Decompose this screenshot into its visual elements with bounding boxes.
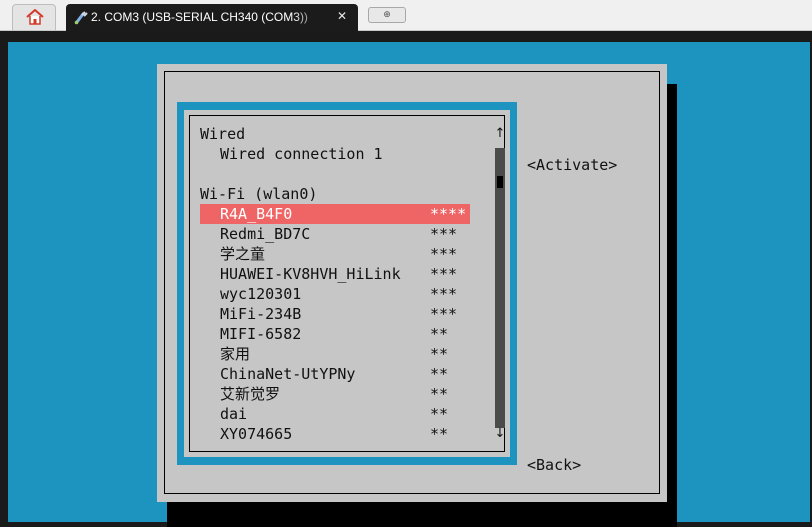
list-item-wifi-network[interactable]: MIFI-6582 ** [220,324,448,344]
scroll-up-arrow-icon[interactable]: ↑ [491,124,509,144]
list-item-label: Wired connection 1 [220,145,383,163]
network-signal: *** [430,245,458,263]
network-signal: ** [430,345,449,363]
network-signal: ** [430,405,449,423]
network-signal: ** [430,365,449,383]
network-name: wyc120301 [220,285,302,303]
network-signal: ** [430,385,449,403]
list-item-wifi-network[interactable]: 家用 ** [220,344,448,364]
network-name: Redmi_BD7C [220,225,311,243]
network-name: 艾新觉罗 [220,385,281,403]
network-signal: *** [430,225,458,243]
network-signal: ** [430,425,449,443]
network-name: 家用 [220,345,251,363]
network-name: MIFI-6582 [220,325,302,343]
close-tab-icon[interactable]: ✕ [334,8,350,24]
home-icon [26,9,44,25]
scrollbar-track[interactable] [495,148,505,428]
network-name: dai [220,405,248,423]
list-item-wifi-network[interactable]: MiFi-234B *** [220,304,457,324]
section-header-wired: Wired [200,124,308,144]
network-name: MiFi-234B [220,305,302,323]
new-tab-button[interactable]: ⊕ [368,7,406,23]
network-name: HUAWEI-KV8HVH_HiLink [220,265,401,283]
list-item-wifi-network[interactable]: ChinaNet-UtYPNy ** [220,364,448,384]
section-header-wifi: Wi-Fi (wlan0) [200,184,317,204]
connection-dialog: Wired Wired connection 1 Wi-Fi (wlan0) R… [157,64,667,502]
list-item-wifi-network[interactable]: Redmi_BD7C *** [220,224,457,244]
network-signal: *** [430,265,458,283]
list-item-wifi-network[interactable]: 学之童 *** [220,244,457,264]
session-tab-title: 2. COM3 (USB-SERIAL CH340 (COM3)) [91,10,308,24]
network-signal: **** [430,205,467,223]
plus-icon: ⊕ [383,10,391,20]
list-item-wifi-network[interactable]: R4A_B4F0 **** [200,204,470,224]
plug-icon [74,11,88,25]
list-item-wifi-network[interactable]: wyc120301 *** [220,284,457,304]
session-tab-com3[interactable]: 2. COM3 (USB-SERIAL CH340 (COM3)) ✕ [66,4,358,31]
connection-list-border: Wired Wired connection 1 Wi-Fi (wlan0) R… [189,115,505,452]
tab-bar: 2. COM3 (USB-SERIAL CH340 (COM3)) ✕ ⊕ [0,0,812,31]
connection-list-frame: Wired Wired connection 1 Wi-Fi (wlan0) R… [177,102,517,465]
list-item-wifi-network[interactable]: 艾新觉罗 ** [220,384,448,404]
section-header-label: Wi-Fi (wlan0) [200,185,318,203]
list-item-wifi-network[interactable]: HUAWEI-KV8HVH_HiLink *** [220,264,457,284]
network-name: 学之童 [220,245,266,263]
network-name: XY074665 [220,425,293,443]
back-button[interactable]: <Back> [527,455,581,475]
network-signal: ** [430,325,449,343]
network-name: ChinaNet-UtYPNy [220,365,356,383]
list-item-wifi-network[interactable]: XY074665 ** [220,424,448,444]
scrollbar-thumb[interactable] [497,176,503,188]
network-name: R4A_B4F0 [220,205,293,223]
terminal-area: Wired Wired connection 1 Wi-Fi (wlan0) R… [0,31,812,527]
connection-list[interactable]: Wired Wired connection 1 Wi-Fi (wlan0) R… [184,110,510,457]
list-item-wired-connection[interactable]: Wired connection 1 [220,144,383,164]
home-tab[interactable] [12,4,56,30]
list-item-wifi-network[interactable]: dai ** [220,404,448,424]
network-signal: *** [430,305,458,323]
section-header-label: Wired [200,125,246,143]
network-signal: *** [430,285,458,303]
activate-button[interactable]: <Activate> [527,155,617,175]
scroll-down-arrow-icon[interactable]: ↓ [491,424,509,444]
